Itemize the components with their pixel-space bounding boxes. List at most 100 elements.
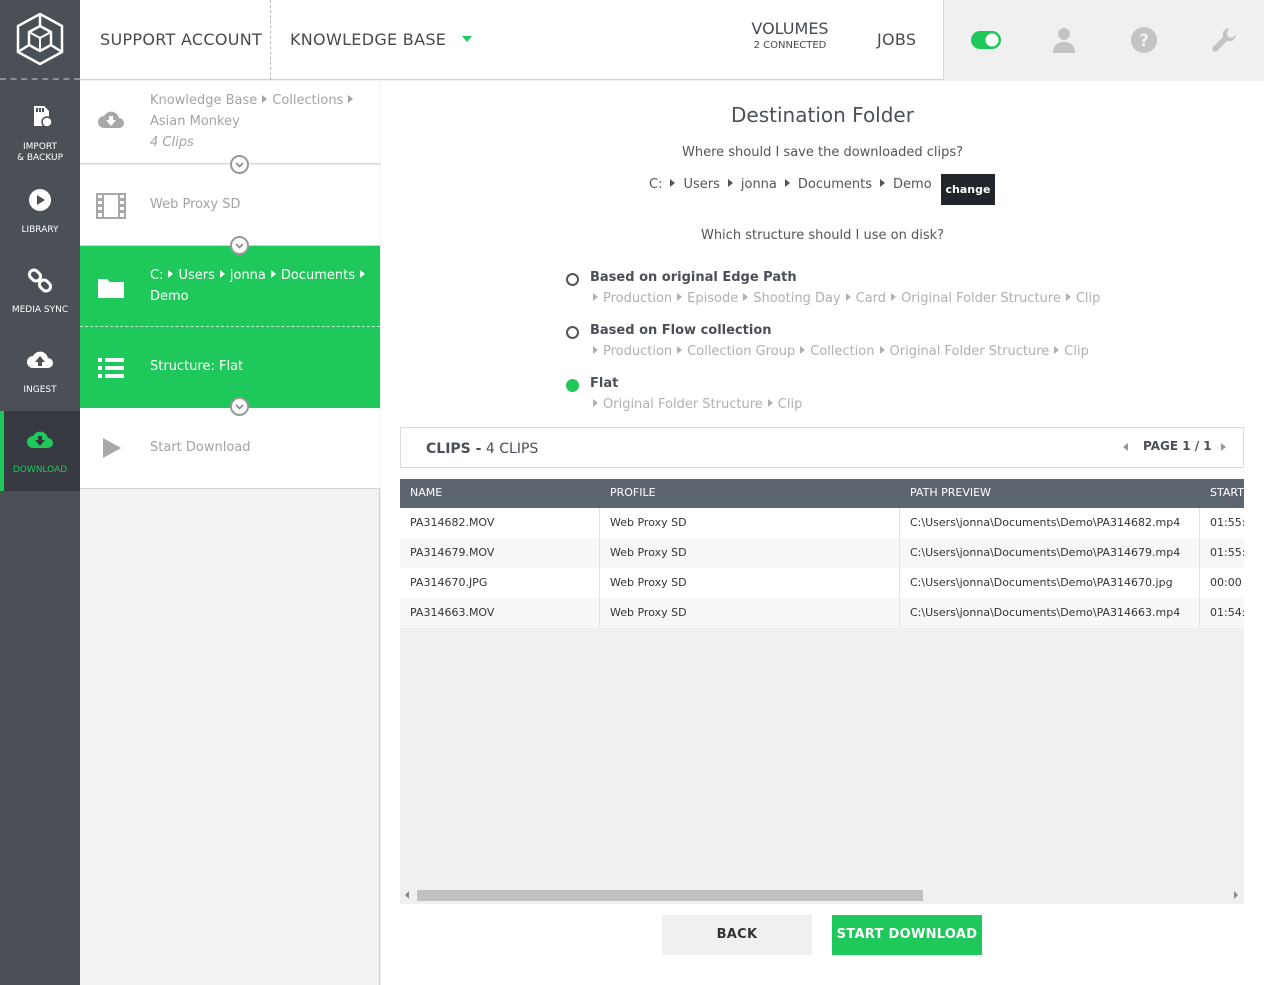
cell-profile: Web Proxy SD — [610, 576, 687, 589]
table-row[interactable]: PA314679.MOV Web Proxy SD C:\Users\jonna… — [400, 538, 1244, 568]
column-header[interactable]: START — [1210, 486, 1244, 499]
column-divider — [899, 508, 900, 627]
radio-button[interactable] — [566, 326, 579, 339]
column-divider — [599, 508, 600, 627]
jobs-button[interactable]: JOBS — [877, 30, 916, 49]
radio-button-selected[interactable] — [566, 379, 579, 392]
profile-label: Web Proxy SD — [150, 197, 241, 212]
sync-toggle[interactable] — [968, 22, 1004, 58]
cell-path: C:\Users\jonna\Documents\Demo\PA314679.m… — [910, 546, 1181, 559]
step-destination[interactable]: C: Users jonna Documents Demo — [80, 246, 380, 327]
wizard-steps: Knowledge Base Collections Asian Monkey 4… — [80, 81, 380, 985]
table-row[interactable]: PA314682.MOV Web Proxy SD C:\Users\jonna… — [400, 508, 1244, 538]
chevron-down-icon — [230, 236, 249, 255]
breadcrumb-item: Knowledge Base — [150, 93, 258, 108]
sd-card-icon — [34, 106, 53, 128]
start-download-button[interactable]: START DOWNLOAD — [832, 915, 982, 955]
prev-page-icon[interactable] — [1123, 443, 1128, 451]
list-icon — [96, 353, 126, 383]
settings-button[interactable] — [1206, 22, 1242, 58]
structure-label: Structure: Flat — [150, 359, 244, 374]
scroll-left-icon[interactable] — [405, 891, 409, 899]
svg-text:?: ? — [1139, 31, 1149, 51]
cloud-upload-icon — [27, 351, 53, 368]
path-segment: jonna — [229, 268, 266, 283]
start-label: Start Download — [150, 440, 251, 455]
table-row[interactable]: PA314663.MOV Web Proxy SD C:\Users\jonna… — [400, 598, 1244, 628]
path-segment: jonna — [740, 177, 777, 192]
toggle-on-icon — [971, 31, 1001, 49]
option-label: Based on original Edge Path — [590, 270, 797, 285]
header-divider — [270, 0, 271, 80]
nav-download[interactable]: DOWNLOAD — [0, 411, 80, 491]
play-circle-icon — [29, 189, 51, 211]
left-nav: IMPORT & BACKUP LIBRARY MEDIA SYNC INGES… — [0, 0, 80, 985]
cell-path: C:\Users\jonna\Documents\Demo\PA314663.m… — [910, 606, 1181, 619]
cell-start: 01:55: — [1210, 516, 1244, 529]
option-path: Original Folder Structure Clip — [588, 397, 802, 412]
nav-label: IMPORT — [22, 142, 58, 152]
radio-button[interactable] — [566, 273, 579, 286]
nav-import-backup[interactable]: IMPORT & BACKUP — [0, 100, 80, 180]
chevron-down-icon — [230, 397, 249, 416]
path-segment: Documents — [797, 177, 873, 192]
help-icon: ? — [1131, 27, 1157, 53]
scroll-right-icon[interactable] — [1234, 891, 1238, 899]
clips-heading: CLIPS - 4 CLIPS — [426, 441, 538, 457]
link-icon — [27, 268, 53, 293]
step-source[interactable]: Knowledge Base Collections Asian Monkey 4… — [80, 81, 380, 164]
page-title: Destination Folder — [731, 103, 914, 127]
cell-start: 00:00 — [1210, 576, 1242, 589]
volumes-status: 2 CONNECTED — [753, 40, 827, 51]
option-path: Production Collection Group Collection Orig… — [588, 344, 1089, 359]
path-segment: Users — [683, 177, 720, 192]
nav-media-sync[interactable]: MEDIA SYNC — [0, 266, 80, 346]
table-row[interactable]: PA314670.JPG Web Proxy SD C:\Users\jonna… — [400, 568, 1244, 598]
help-button[interactable]: ? — [1126, 22, 1162, 58]
header-tools: ? — [943, 0, 1264, 80]
path-segment: Users — [178, 268, 215, 283]
clips-count: 4 CLIPS — [485, 441, 539, 457]
nav-label: DOWNLOAD — [12, 465, 68, 475]
step-structure[interactable]: Structure: Flat — [80, 327, 380, 408]
cube-logo-icon — [16, 12, 64, 66]
nav-label: & BACKUP — [16, 153, 63, 163]
nav-label: LIBRARY — [21, 225, 59, 235]
app-logo[interactable] — [0, 0, 80, 80]
top-header: SUPPORT ACCOUNT KNOWLEDGE BASE VOLUMES 2… — [80, 0, 1264, 80]
film-icon — [96, 191, 126, 221]
cloud-download-icon — [96, 104, 126, 134]
workspace-label: KNOWLEDGE BASE — [290, 30, 447, 49]
workspace-selector[interactable]: KNOWLEDGE BASE — [290, 30, 472, 49]
nav-library[interactable]: LIBRARY — [0, 186, 80, 266]
option-label: Based on Flow collection — [590, 323, 772, 338]
next-page-icon[interactable] — [1221, 443, 1226, 451]
change-button[interactable]: change — [941, 174, 995, 205]
step-start[interactable]: Start Download — [80, 408, 380, 489]
volumes-button[interactable]: VOLUMES 2 CONNECTED — [740, 19, 840, 51]
cell-start: 01:55: — [1210, 546, 1244, 559]
user-button[interactable] — [1046, 22, 1082, 58]
nav-label: MEDIA SYNC — [11, 305, 69, 315]
column-header[interactable]: PATH PREVIEW — [910, 486, 991, 499]
cell-name: PA314679.MOV — [410, 546, 495, 559]
breadcrumb-item: Collections — [272, 93, 344, 108]
page-indicator: PAGE 1 / 1 — [1143, 439, 1212, 453]
cell-profile: Web Proxy SD — [610, 606, 687, 619]
collection-name: Asian Monkey — [150, 114, 240, 129]
path-segment: Documents — [280, 268, 356, 283]
back-button[interactable]: BACK — [662, 915, 812, 955]
cloud-download-icon — [27, 431, 53, 448]
nav-label: INGEST — [23, 385, 57, 395]
column-header[interactable]: NAME — [410, 486, 442, 499]
clips-label: CLIPS - — [426, 441, 482, 457]
cell-path: C:\Users\jonna\Documents\Demo\PA314682.m… — [910, 516, 1181, 529]
step-profile[interactable]: Web Proxy SD — [80, 165, 380, 246]
scrollbar-thumb[interactable] — [417, 890, 923, 901]
play-icon — [96, 433, 126, 463]
cell-path: C:\Users\jonna\Documents\Demo\PA314670.j… — [910, 576, 1173, 589]
account-name[interactable]: SUPPORT ACCOUNT — [100, 30, 262, 49]
cell-start: 01:54: — [1210, 606, 1244, 619]
column-header[interactable]: PROFILE — [610, 486, 656, 499]
horizontal-scrollbar[interactable] — [400, 886, 1244, 904]
